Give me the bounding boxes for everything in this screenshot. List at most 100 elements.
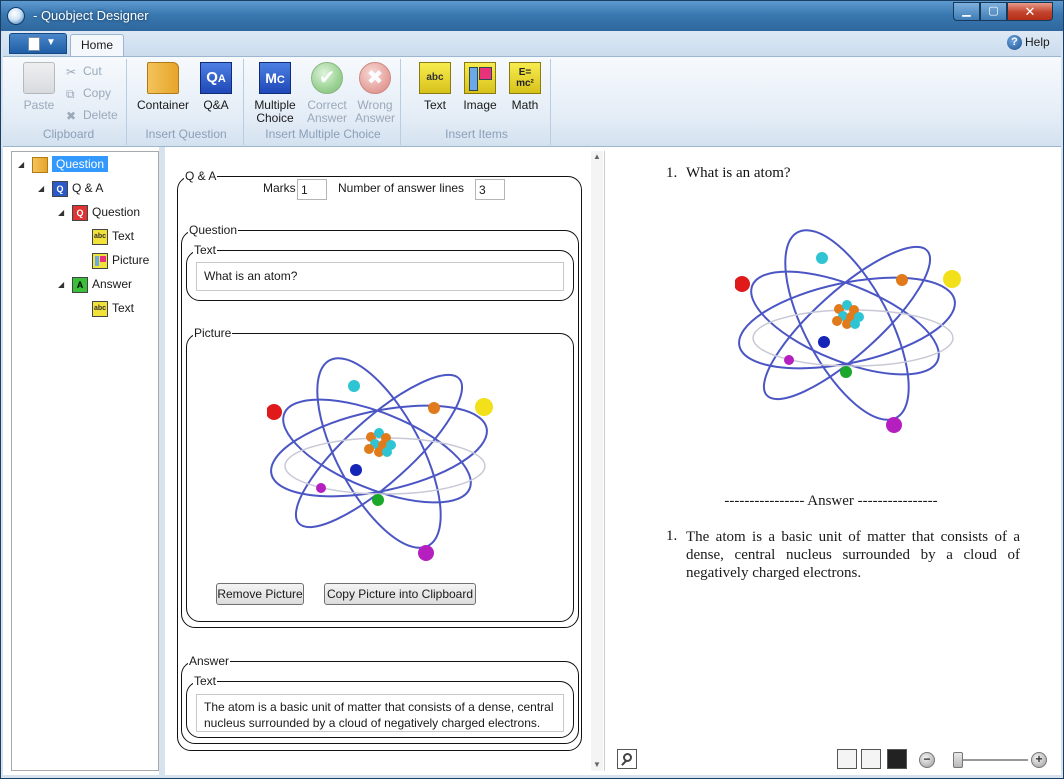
copy-label: Copy xyxy=(83,86,112,100)
app-window: - Quobject Designer ▁ ▢ ✕ ▼ Home ? Help P… xyxy=(0,0,1064,779)
question-legend: Question xyxy=(189,223,238,237)
editor-pane: Q & A Marks 1 Number of answer lines 3 Q… xyxy=(165,151,605,771)
answer-text-input[interactable]: The atom is a basic unit of matter that … xyxy=(196,694,564,732)
zoom-in-button[interactable]: + xyxy=(1031,752,1047,768)
correct-answer-button[interactable]: ✔ Correct Answer xyxy=(302,62,352,125)
magnifier-icon[interactable] xyxy=(617,749,637,769)
multiple-choice-button[interactable]: MC Multiple Choice xyxy=(250,62,300,125)
maximize-button[interactable]: ▢ xyxy=(980,2,1007,21)
text-icon: abc xyxy=(92,228,108,245)
multiple-choice-label-2: Choice xyxy=(256,111,294,125)
minimize-button[interactable]: ▁ xyxy=(953,2,980,21)
insert-question-group-label: Insert Question xyxy=(145,127,227,141)
answer-lines-input[interactable]: 3 xyxy=(475,179,505,200)
answer-text-legend: Text xyxy=(194,674,217,688)
wrong-answer-label-2: Answer xyxy=(354,111,395,125)
window-title: - Quobject Designer xyxy=(33,8,149,23)
preview-question-number: 1. xyxy=(666,165,678,181)
app-icon[interactable] xyxy=(7,7,25,25)
tree-item-qa[interactable]: ◢ Q Q & A xyxy=(38,178,103,198)
tree-item-label: Text xyxy=(112,229,135,243)
expand-arrow-icon[interactable]: ◢ xyxy=(38,179,48,199)
answer-lines-label: Number of answer lines xyxy=(338,181,465,195)
qa-icon: QA xyxy=(200,62,232,94)
preview-question-text: What is an atom? xyxy=(686,165,791,181)
copy-button[interactable]: ⧉ Copy xyxy=(66,86,111,101)
insert-mc-group: MC Multiple Choice ✔ Correct Answer ✖ Wr… xyxy=(246,59,401,145)
question-icon: Q xyxy=(72,204,88,221)
document-tree: ◢ Question ◢ Q Q & A ◢ Q Question abc Text Pic… xyxy=(11,151,159,771)
insert-text-button[interactable]: abc Text xyxy=(417,62,453,112)
answer-icon: A xyxy=(72,276,88,293)
paste-button[interactable]: Paste xyxy=(19,62,59,112)
insert-question-group: Container QA Q&A Insert Question xyxy=(129,59,244,145)
scissors-icon: ✂ xyxy=(66,64,77,79)
tree-item-text[interactable]: abc Text xyxy=(88,226,134,246)
chevron-down-icon: ▼ xyxy=(46,37,56,48)
container-button[interactable]: Container xyxy=(135,62,191,112)
marks-label: Marks xyxy=(263,181,296,195)
answer-legend: Answer xyxy=(189,654,230,668)
status-bar: − + xyxy=(613,747,1053,773)
cross-icon: ✖ xyxy=(359,62,391,94)
tree-item-label: Q & A xyxy=(72,181,104,195)
text-icon: abc xyxy=(419,62,451,94)
insert-text-label: Text xyxy=(423,98,446,112)
help-icon: ? xyxy=(1007,35,1022,51)
expand-arrow-icon[interactable]: ◢ xyxy=(58,275,68,295)
tree-item-question[interactable]: ◢ Question xyxy=(18,154,109,175)
wrong-answer-button[interactable]: ✖ Wrong Answer xyxy=(350,62,400,125)
scroll-down-icon[interactable]: ▼ xyxy=(591,759,603,771)
container-label: Container xyxy=(136,98,190,112)
clipboard-group-label: Clipboard xyxy=(42,127,95,141)
book-view-icon[interactable] xyxy=(887,749,907,769)
editor-scrollbar[interactable]: ▲ ▼ xyxy=(591,151,603,771)
picture-icon xyxy=(92,252,108,269)
copy-icon: ⧉ xyxy=(66,86,75,101)
ribbon: Paste ✂ Cut ⧉ Copy ✖ Delete Clipboard Conta… xyxy=(3,56,1061,147)
tree-item-answer[interactable]: ◢ A Answer xyxy=(58,274,132,294)
file-menu-button[interactable]: ▼ xyxy=(9,33,67,54)
qa-legend: Q & A xyxy=(185,169,217,183)
multiple-choice-label-1: Multiple xyxy=(254,98,296,112)
close-button[interactable]: ✕ xyxy=(1007,2,1053,21)
zoom-out-button[interactable]: − xyxy=(919,752,935,768)
marks-input[interactable]: 1 xyxy=(297,179,327,200)
clipboard-group: Paste ✂ Cut ⧉ Copy ✖ Delete Clipboard xyxy=(11,59,127,145)
delete-label: Delete xyxy=(83,108,118,122)
tab-home[interactable]: Home xyxy=(70,34,124,56)
help-button[interactable]: ? Help xyxy=(1007,35,1050,51)
qa-button[interactable]: QA Q&A xyxy=(197,62,235,112)
delete-button[interactable]: ✖ Delete xyxy=(66,108,118,123)
expand-arrow-icon[interactable]: ◢ xyxy=(58,203,68,223)
image-icon xyxy=(464,62,496,94)
cut-button[interactable]: ✂ Cut xyxy=(66,64,102,79)
paste-icon xyxy=(23,62,55,94)
atom-picture xyxy=(267,357,493,561)
tree-item-label: Question xyxy=(92,205,141,219)
insert-math-label: Math xyxy=(511,98,539,112)
zoom-slider-track[interactable] xyxy=(958,759,1028,761)
text-icon: abc xyxy=(92,300,108,317)
container-icon xyxy=(32,156,48,173)
math-icon: E= mc² xyxy=(509,62,541,94)
insert-image-button[interactable]: Image xyxy=(459,62,501,112)
wrong-answer-label-1: Wrong xyxy=(357,98,393,112)
remove-picture-button[interactable]: Remove Picture xyxy=(216,583,304,605)
qa-icon: Q xyxy=(52,180,68,197)
delete-icon: ✖ xyxy=(66,108,77,123)
tree-item-label: Answer xyxy=(92,277,133,291)
expand-arrow-icon[interactable]: ◢ xyxy=(18,155,28,175)
copy-picture-button[interactable]: Copy Picture into Clipboard xyxy=(324,583,476,605)
tree-item-question-sub[interactable]: ◢ Q Question xyxy=(58,202,140,222)
tree-item-picture[interactable]: Picture xyxy=(88,250,149,270)
question-text-input[interactable]: What is an atom? xyxy=(196,262,564,291)
zoom-slider-thumb[interactable] xyxy=(953,752,963,768)
insert-math-button[interactable]: E= mc² Math xyxy=(507,62,543,112)
two-page-view-icon[interactable] xyxy=(861,749,881,769)
single-page-view-icon[interactable] xyxy=(837,749,857,769)
scroll-up-icon[interactable]: ▲ xyxy=(591,151,603,163)
preview-answer-text: The atom is a basic unit of matter that … xyxy=(686,529,1020,581)
title-bar: - Quobject Designer ▁ ▢ ✕ xyxy=(1,1,1063,31)
tree-item-answer-text[interactable]: abc Text xyxy=(88,298,134,318)
